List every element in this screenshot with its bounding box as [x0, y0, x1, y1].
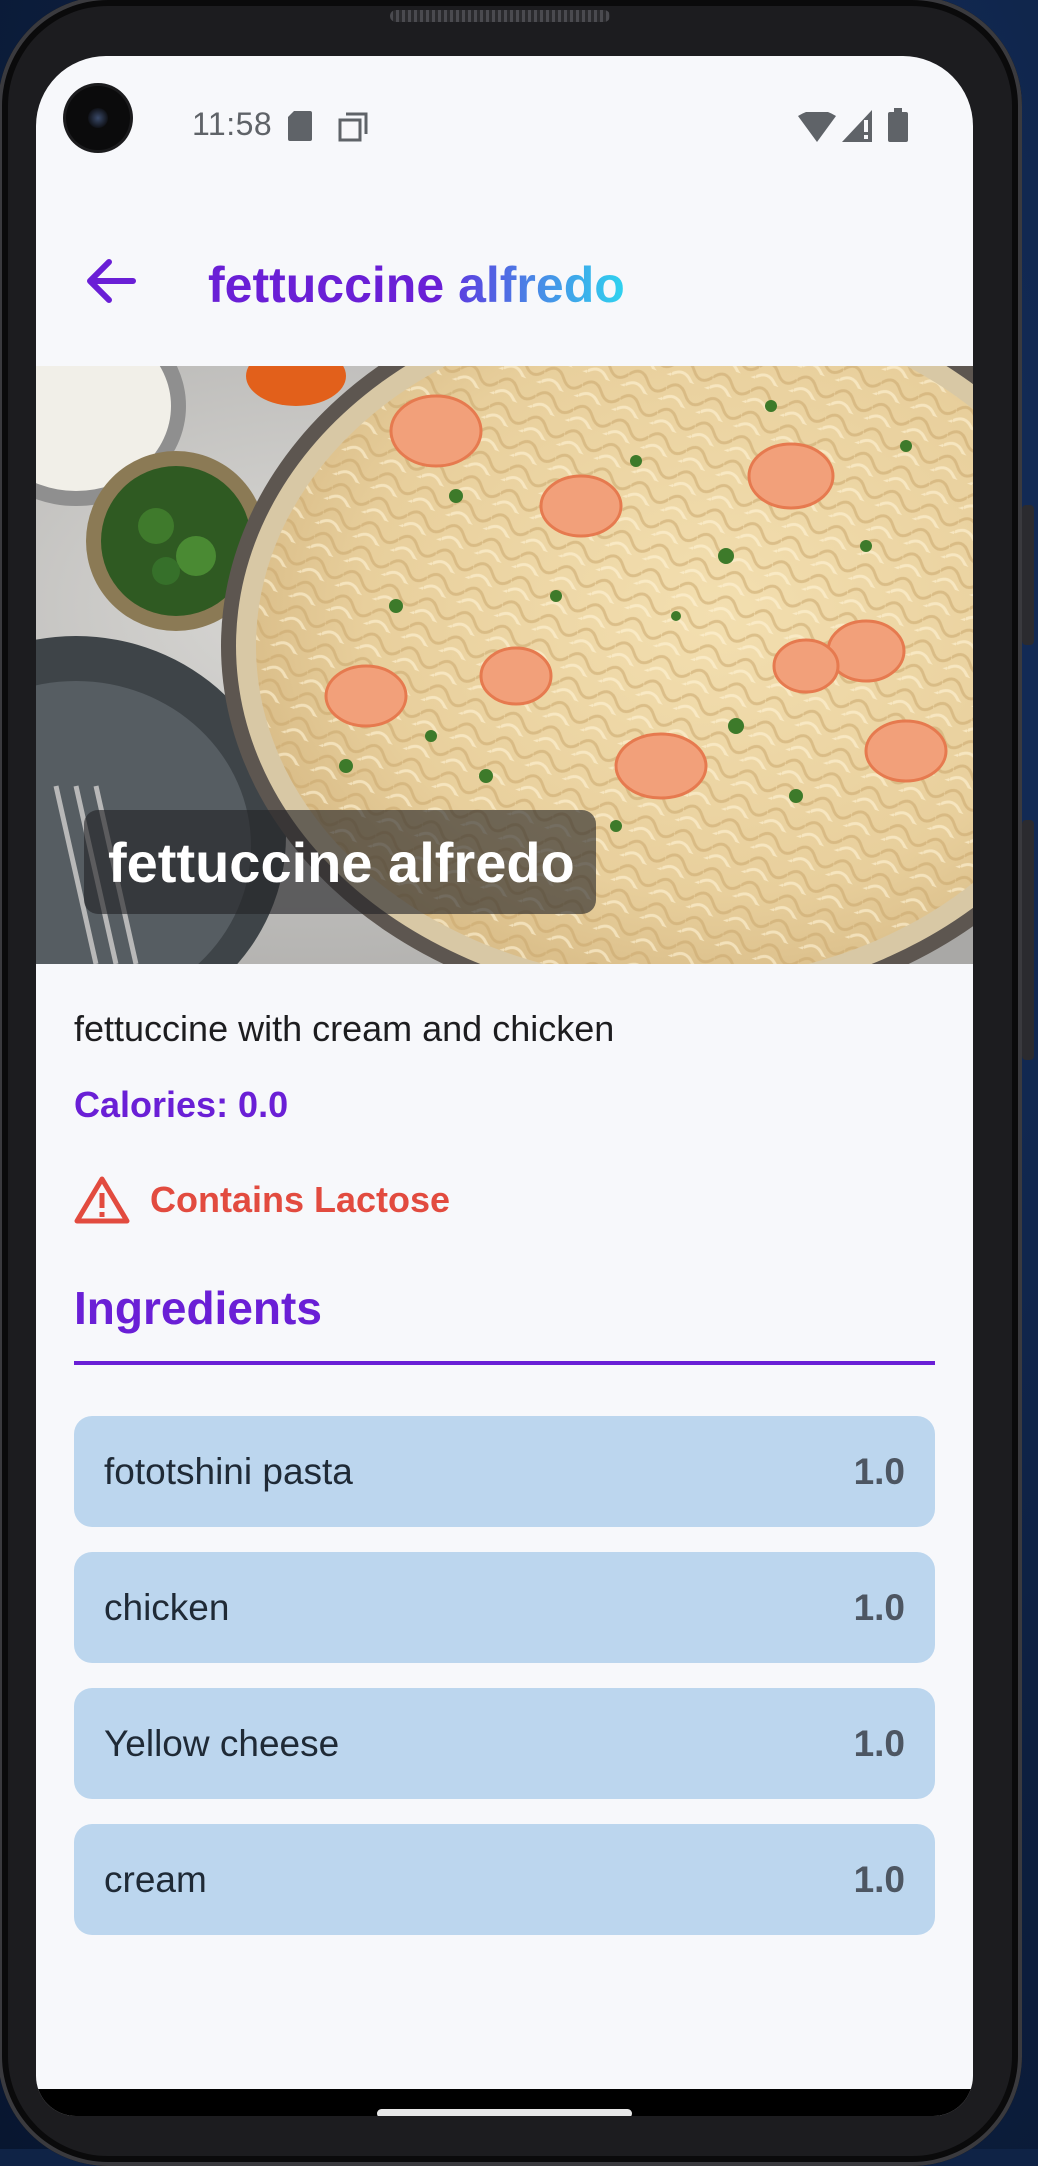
ingredient-quantity: 1.0	[853, 1723, 905, 1764]
wifi-icon	[798, 112, 836, 142]
background: 11:58 fettuccine alfredo fettuccine alfr…	[0, 0, 1038, 2166]
ingredients-divider	[74, 1361, 935, 1365]
status-bar: 11:58	[36, 56, 973, 206]
phone-frame: 11:58 fettuccine alfredo fettuccine alfr…	[0, 0, 1022, 2166]
ingredients-heading: Ingredients	[74, 1282, 322, 1334]
signal-icon	[842, 110, 872, 142]
recipe-description: fettuccine with cream and chicken	[74, 1008, 615, 1049]
ingredient-item[interactable]: fototshini pasta 1.0	[74, 1416, 935, 1527]
front-camera	[66, 86, 130, 150]
hero-title: fettuccine alfredo	[108, 831, 575, 894]
ingredient-quantity: 1.0	[853, 1451, 905, 1492]
ingredient-item[interactable]: cream 1.0	[74, 1824, 935, 1935]
warning-text: Contains Lactose	[150, 1179, 451, 1220]
ingredient-quantity: 1.0	[853, 1859, 905, 1900]
ingredient-name: cream	[104, 1859, 207, 1900]
ingredient-item[interactable]: chicken 1.0	[74, 1552, 935, 1663]
app-screen: 11:58 fettuccine alfredo fettuccine alfr…	[36, 56, 973, 2116]
ingredients-list: fototshini pasta 1.0 chicken 1.0 Yellow …	[74, 1416, 935, 1960]
allergen-warning: Contains Lactose	[74, 1172, 450, 1228]
hero-title-overlay: fettuccine alfredo	[84, 810, 596, 914]
ingredient-name: chicken	[104, 1587, 230, 1628]
title-word-1: fettuccine	[208, 257, 445, 313]
sd-card-icon	[288, 111, 312, 141]
ingredient-item[interactable]: Yellow cheese 1.0	[74, 1688, 935, 1799]
warning-triangle-icon	[74, 1176, 130, 1224]
recipe-image: fettuccine alfredo	[36, 366, 973, 964]
power-button	[1022, 820, 1034, 1060]
ingredient-name: Yellow cheese	[104, 1723, 340, 1764]
page-title: fettuccine alfredo	[208, 256, 625, 314]
earpiece-speaker	[390, 10, 610, 22]
app-bar: fettuccine alfredo	[36, 206, 973, 366]
screenshot-icon	[338, 112, 368, 142]
ingredient-quantity: 1.0	[853, 1587, 905, 1628]
battery-icon	[888, 108, 908, 142]
volume-button	[1022, 505, 1034, 645]
back-button[interactable]	[66, 236, 156, 326]
home-gesture-bar[interactable]	[377, 2109, 632, 2116]
calories-label: Calories: 0.0	[74, 1084, 289, 1125]
title-word-2: alfredo	[458, 257, 625, 313]
arrow-left-icon	[87, 259, 136, 303]
ingredient-name: fototshini pasta	[104, 1451, 353, 1492]
status-time: 11:58	[192, 106, 273, 142]
